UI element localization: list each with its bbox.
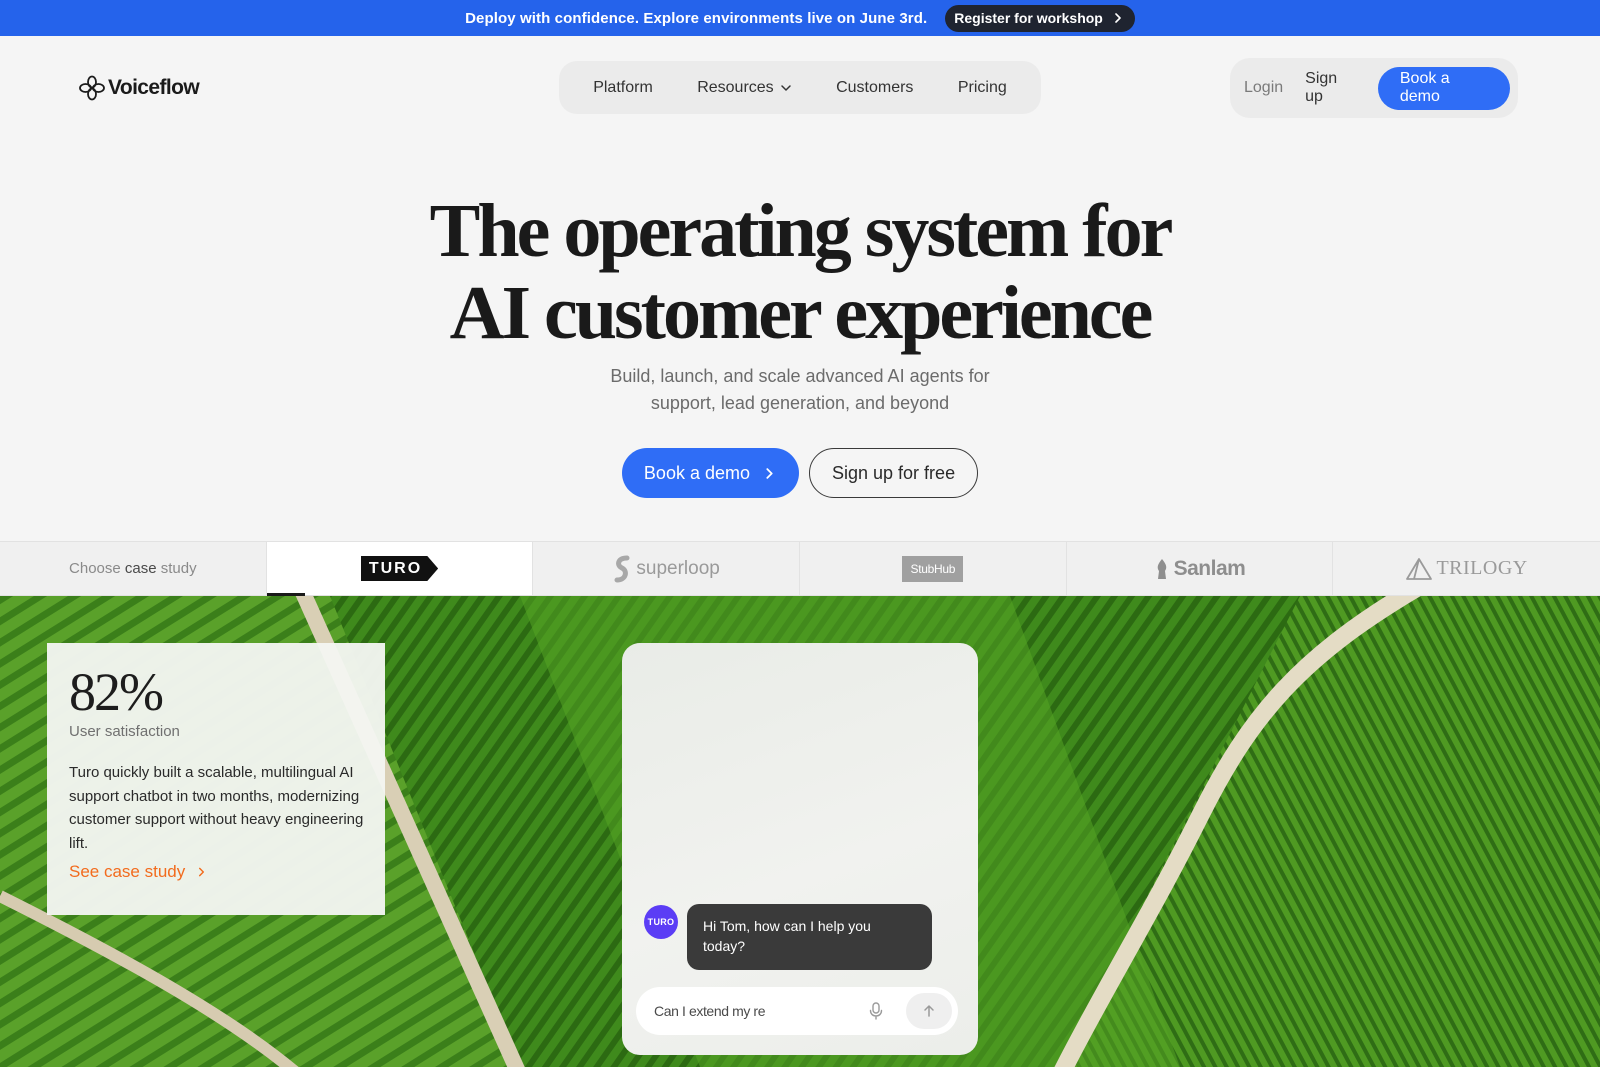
hero-book-demo-label: Book a demo bbox=[643, 462, 750, 483]
trilogy-logo: TRILOGY bbox=[1405, 557, 1527, 581]
register-workshop-label: Register for workshop bbox=[954, 10, 1103, 26]
choose-label-part: case bbox=[124, 560, 157, 577]
case-study-card: 82% User satisfaction Turo quickly built… bbox=[47, 643, 385, 915]
hero-book-demo-button[interactable]: Book a demo bbox=[621, 448, 799, 498]
see-case-study-label: See case study bbox=[69, 862, 186, 881]
stubhub-logo: StubHub bbox=[902, 555, 964, 582]
brand-logo[interactable]: Voiceflow bbox=[78, 75, 200, 101]
trilogy-mark-icon bbox=[1406, 557, 1433, 580]
nav-item-platform[interactable]: Platform bbox=[593, 79, 653, 97]
chevron-right-icon bbox=[199, 867, 205, 877]
chat-message-input[interactable] bbox=[654, 1003, 864, 1019]
trilogy-logo-text: TRILOGY bbox=[1436, 557, 1528, 579]
stat-value: 82% bbox=[69, 662, 164, 722]
chat-message-bubble: Hi Tom, how can I help you today? bbox=[687, 904, 932, 970]
nav-item-pricing[interactable]: Pricing bbox=[958, 79, 1007, 97]
microphone-icon[interactable] bbox=[868, 1002, 884, 1020]
hero-title-line-1: The operating system for bbox=[429, 189, 1174, 273]
hero-subtitle-line-2: support, lead generation, and beyond bbox=[650, 393, 950, 413]
choose-label-part: study bbox=[156, 560, 197, 577]
chat-avatar: TURO bbox=[644, 905, 678, 939]
hero-signup-free-button[interactable]: Sign up for free bbox=[809, 448, 979, 498]
case-logo-turo[interactable]: TURO bbox=[266, 542, 534, 596]
signup-link[interactable]: Sign up bbox=[1305, 70, 1356, 106]
announcement-text: Deploy with confidence. Explore environm… bbox=[465, 9, 928, 27]
superloop-mark-icon bbox=[614, 555, 630, 582]
chevron-down-icon bbox=[780, 84, 791, 91]
case-logo-sanlam[interactable]: Sanlam bbox=[1067, 542, 1334, 595]
hero-title-line-2: AI customer experience bbox=[449, 271, 1154, 355]
login-link[interactable]: Login bbox=[1244, 79, 1283, 97]
stat-label: User satisfaction bbox=[69, 723, 180, 740]
case-logo-trilogy[interactable]: TRILOGY bbox=[1333, 542, 1600, 595]
flower-logo-icon bbox=[79, 75, 105, 101]
nav-item-label: Customers bbox=[836, 78, 914, 96]
turo-logo: TURO bbox=[360, 556, 439, 581]
chevron-right-icon bbox=[1115, 13, 1121, 23]
nav-item-customers[interactable]: Customers bbox=[836, 79, 913, 97]
superloop-logo-text: superloop bbox=[636, 557, 720, 579]
chat-widget: TURO Hi Tom, how can I help you today? bbox=[622, 643, 978, 1055]
send-button[interactable] bbox=[906, 993, 952, 1029]
nav-item-label: Platform bbox=[593, 78, 653, 96]
superloop-logo: superloop bbox=[612, 555, 720, 583]
nav-item-label: Resources bbox=[697, 78, 774, 96]
hero-subtitle-line-1: Build, launch, and scale advanced AI age… bbox=[610, 366, 990, 386]
nav-item-label: Pricing bbox=[957, 78, 1007, 96]
chat-input-bar bbox=[636, 987, 958, 1035]
case-logo-stubhub[interactable]: StubHub bbox=[800, 542, 1067, 595]
hero-subtitle: Build, launch, and scale advanced AI age… bbox=[560, 363, 1040, 417]
choose-label-part: Choose bbox=[69, 560, 125, 577]
arrow-up-icon bbox=[924, 1005, 934, 1017]
hero-cta-row: Book a demo Sign up for free bbox=[0, 448, 1600, 498]
sanlam-logo-text: Sanlam bbox=[1173, 556, 1246, 580]
brand-name: Voiceflow bbox=[108, 76, 200, 99]
case-study-description: Turo quickly built a scalable, multiling… bbox=[69, 764, 364, 852]
announcement-bar: Deploy with confidence. Explore environm… bbox=[0, 0, 1600, 36]
sanlam-logo: Sanlam bbox=[1154, 557, 1246, 581]
see-case-study-link[interactable]: See case study bbox=[69, 862, 363, 882]
auth-group: Login Sign up Book a demo bbox=[1230, 58, 1518, 118]
case-logo-superloop[interactable]: superloop bbox=[533, 542, 800, 595]
chevron-right-icon bbox=[766, 467, 773, 479]
hero-title: The operating system for AI customer exp… bbox=[0, 190, 1600, 354]
register-workshop-button[interactable]: Register for workshop bbox=[945, 4, 1135, 32]
choose-case-study-label: Choose case study bbox=[0, 542, 267, 595]
case-study-logo-strip: Choose case study TURO superloop StubHub… bbox=[0, 541, 1600, 596]
book-demo-button[interactable]: Book a demo bbox=[1377, 66, 1510, 110]
main-nav: Platform Resources Customers Pricing bbox=[559, 61, 1041, 114]
nav-item-resources[interactable]: Resources bbox=[697, 79, 791, 97]
sanlam-mark-icon bbox=[1157, 558, 1166, 579]
